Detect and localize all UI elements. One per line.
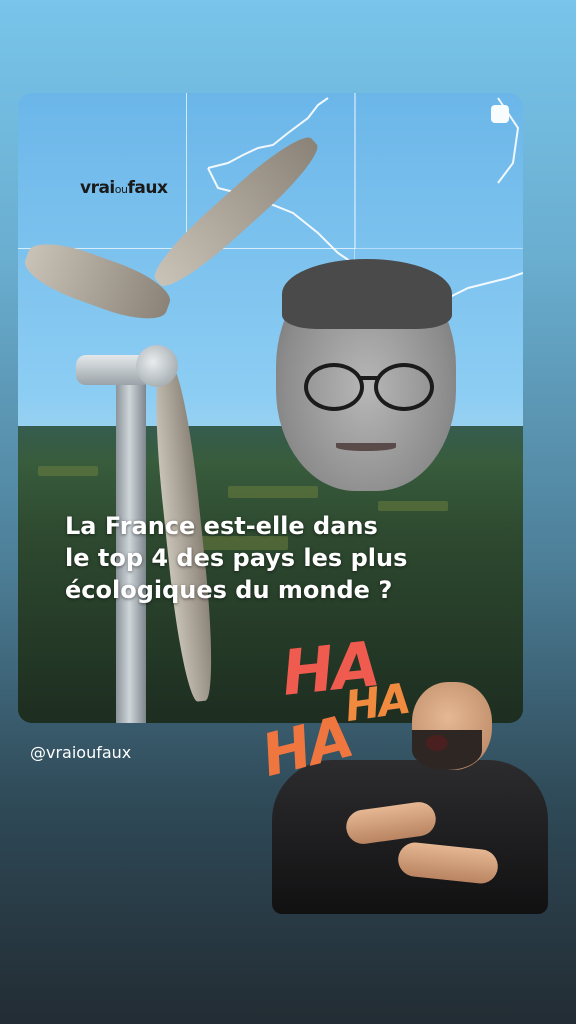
square-icon (491, 105, 509, 123)
account-mention[interactable]: @vraioufaux (30, 743, 131, 762)
sticker-avatar-beard (412, 730, 482, 770)
headline-line: le top 4 des pays les plus (65, 544, 408, 572)
sticker-avatar-mouth (426, 735, 448, 751)
headline-line: écologiques du monde ? (65, 576, 393, 604)
glasses-left (304, 363, 364, 411)
brand-logo: vraioufaux (80, 178, 168, 198)
headline-line: La France est-elle dans (65, 512, 378, 540)
glasses-right (374, 363, 434, 411)
headline: La France est-elle dans le top 4 des pay… (65, 510, 485, 606)
glasses-bridge (360, 376, 378, 380)
turbine-hub (136, 345, 178, 387)
portrait-mouth (336, 443, 396, 451)
story-card[interactable]: vraioufaux (18, 93, 523, 723)
portrait-hair (282, 259, 452, 329)
field (38, 466, 98, 476)
ha-text: HA (341, 673, 412, 732)
field (228, 486, 318, 498)
